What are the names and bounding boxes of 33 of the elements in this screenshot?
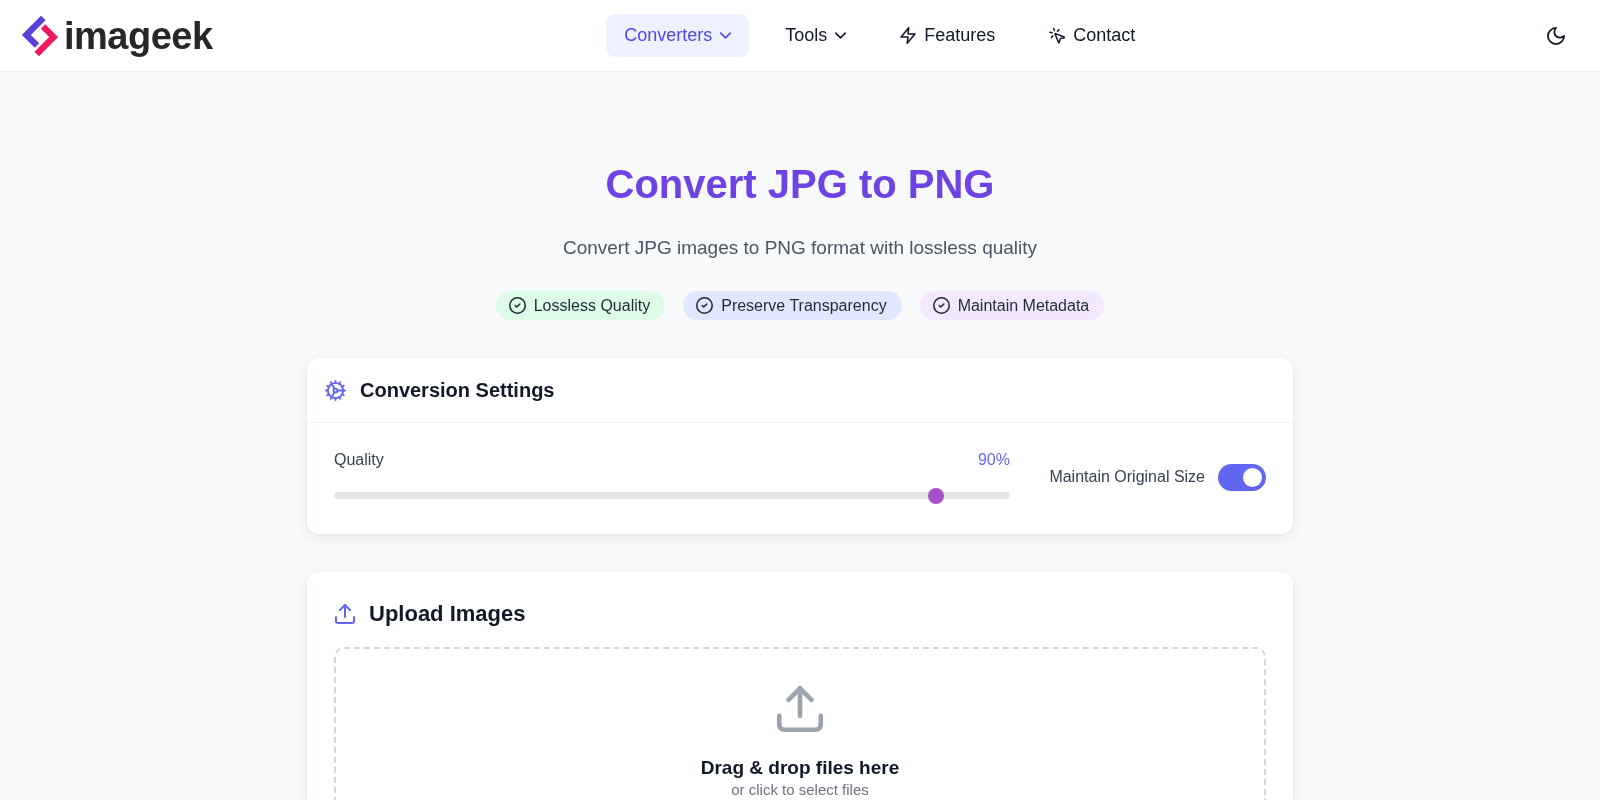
chevron-down-icon xyxy=(835,32,847,39)
upload-icon xyxy=(777,686,823,732)
drop-zone-title: Drag & drop files here xyxy=(700,756,900,780)
toggle-switch[interactable] xyxy=(1218,463,1266,491)
slider-thumb[interactable] xyxy=(928,488,944,504)
logo-icon[interactable] xyxy=(22,15,58,56)
upload-icon xyxy=(335,603,355,624)
page-subtitle: Convert JPG images to PNG format with lossless quality xyxy=(561,236,1039,260)
chevron-down-icon xyxy=(720,32,732,39)
check-circle-icon xyxy=(508,297,526,314)
drop-zone[interactable]: Drag & drop files here or click to select files xyxy=(334,647,1266,800)
nav-menu-button[interactable]: Converters xyxy=(606,14,750,57)
section-title: Conversion Settings xyxy=(360,378,555,402)
nav-link[interactable]: Features xyxy=(882,14,1014,57)
quality-value: 90% xyxy=(977,450,1010,470)
feature-label: Lossless Quality xyxy=(533,296,651,315)
option-label: Maintain Original Size xyxy=(1049,468,1205,486)
feature-label: Maintain Metadata xyxy=(957,296,1090,315)
lightning-bolt-icon xyxy=(900,27,917,44)
quality-label: Quality xyxy=(334,450,384,470)
quality-slider-track[interactable] xyxy=(334,488,1010,504)
drop-zone-hint: or click to select files xyxy=(731,781,869,798)
feature-label: Preserve Transparency xyxy=(721,296,887,315)
section-title: Upload Images xyxy=(369,600,526,628)
check-circle-icon xyxy=(696,297,714,314)
moon-icon[interactable] xyxy=(1547,26,1565,45)
nav-link[interactable]: Contact xyxy=(1031,14,1154,57)
check-circle-icon xyxy=(932,297,950,314)
gear-icon xyxy=(325,379,346,401)
nav-menu-button[interactable]: Tools xyxy=(767,14,865,57)
logo-wordmark[interactable]: imageek xyxy=(64,13,213,58)
cursor-click-icon xyxy=(1049,27,1066,44)
page-title: Convert JPG to PNG xyxy=(604,161,996,208)
